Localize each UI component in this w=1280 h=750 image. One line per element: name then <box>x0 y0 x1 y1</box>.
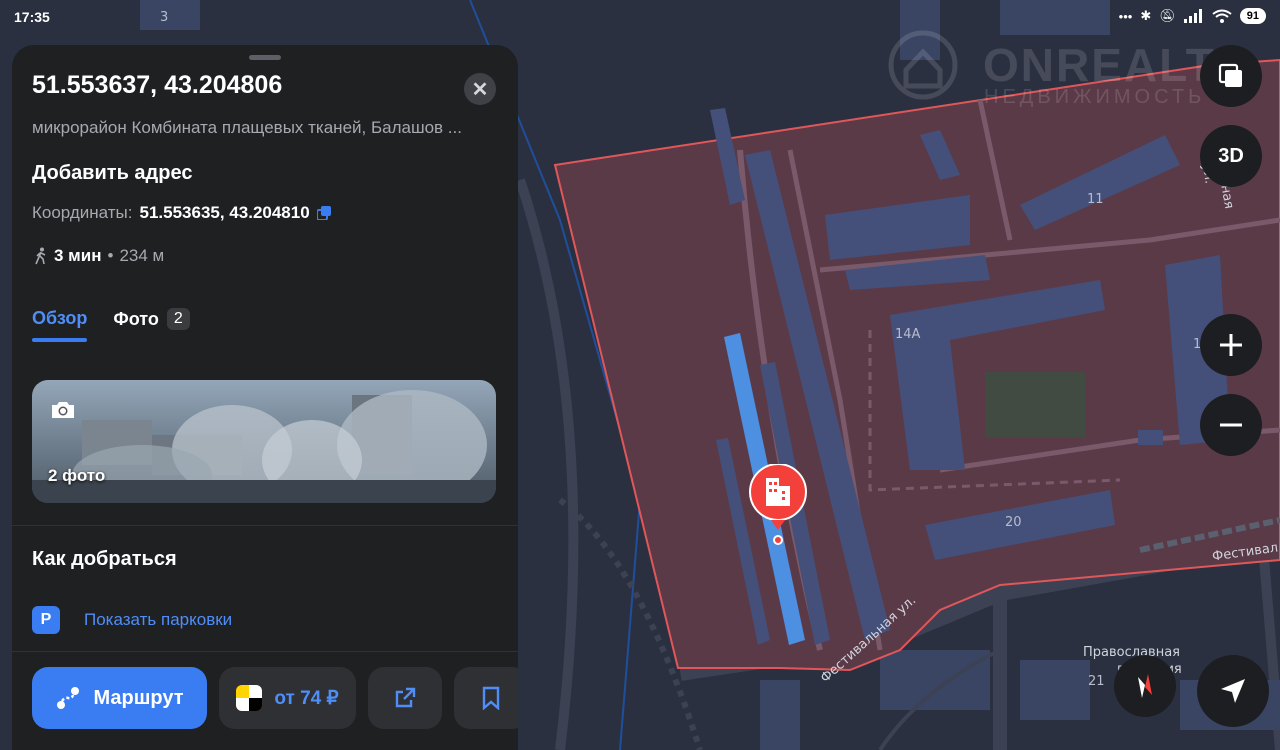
coordinates-label: Координаты: <box>32 203 133 222</box>
place-title-coordinates: 51.553637, 43.204806 <box>32 71 283 99</box>
walk-distance: 234 м <box>119 246 165 265</box>
tab-photos-label: Фото <box>113 308 159 329</box>
bookmark-icon <box>482 686 500 710</box>
close-icon: ✕ <box>471 78 489 101</box>
drag-handle[interactable] <box>249 55 281 60</box>
3d-toggle-button[interactable]: 3D <box>1200 125 1262 187</box>
compass-button[interactable] <box>1114 655 1176 717</box>
selected-place-pin[interactable] <box>747 463 809 553</box>
coordinates-value[interactable]: 51.553635, 43.204810 <box>140 203 310 223</box>
taxi-icon <box>236 685 263 711</box>
share-button[interactable] <box>368 667 442 729</box>
route-icon <box>57 687 80 709</box>
more-dots-icon: ••• <box>1118 8 1133 24</box>
map-label-house-20: 20 <box>1005 515 1022 530</box>
zoom-out-button[interactable] <box>1200 394 1262 456</box>
layers-button[interactable] <box>1200 45 1262 107</box>
parking-icon: P <box>32 606 60 634</box>
how-to-get-heading: Как добраться <box>32 548 177 570</box>
status-bar: 17:35 ••• ✱ 🔕︎ 91 <box>0 0 1280 34</box>
place-card-panel: 51.553637, 43.204806 ✕ микрорайон Комбин… <box>12 45 518 750</box>
route-button[interactable]: Маршрут <box>32 667 207 729</box>
action-bar: Маршрут от 74 ₽ <box>32 667 518 729</box>
bluetooth-icon: ✱ <box>1140 8 1152 23</box>
map-label-house-14a: 14А <box>895 327 921 342</box>
route-button-label: Маршрут <box>93 686 184 709</box>
walk-distance-row: 3 мин • 234 м <box>34 246 164 266</box>
battery-icon: 91 <box>1239 8 1266 24</box>
mute-bell-icon: 🔕︎ <box>1159 8 1176 23</box>
camera-icon <box>52 402 74 418</box>
pedestrian-icon <box>35 247 46 265</box>
walk-time: 3 мин <box>54 246 102 265</box>
map-label-house-11: 11 <box>1087 192 1104 207</box>
add-address-link[interactable]: Добавить адрес <box>32 162 192 185</box>
tab-overview[interactable]: Обзор <box>32 308 88 342</box>
tab-bar: Обзор Фото 2 <box>32 308 190 342</box>
plus-icon <box>1220 334 1242 356</box>
minus-icon <box>1220 423 1242 427</box>
signal-icon <box>1183 9 1202 23</box>
my-location-button[interactable] <box>1197 655 1269 727</box>
wifi-icon <box>1212 9 1232 23</box>
divider <box>12 651 518 652</box>
watermark-logo: ONREALT НЕДВИЖИМОСТЬ <box>888 30 1248 110</box>
watermark-tagline: НЕДВИЖИМОСТЬ <box>984 86 1206 108</box>
taxi-button[interactable]: от 74 ₽ <box>219 667 356 729</box>
status-icons: ••• ✱ 🔕︎ 91 <box>1119 8 1266 24</box>
coordinates-row: Координаты: 51.553635, 43.204810 <box>32 203 331 223</box>
compass-icon <box>1138 674 1152 698</box>
close-button[interactable]: ✕ <box>464 73 496 105</box>
building-pin-icon <box>749 463 807 545</box>
bookmark-button[interactable] <box>454 667 518 729</box>
share-icon <box>395 687 416 708</box>
watermark-brand: ONREALT <box>983 39 1216 91</box>
taxi-price: от 74 ₽ <box>274 687 339 709</box>
divider <box>12 525 518 526</box>
show-parking-link[interactable]: Показать парковки <box>84 610 232 630</box>
place-subtitle: микрорайон Комбината плащевых тканей, Ба… <box>32 118 462 137</box>
tab-photos-badge: 2 <box>166 308 190 330</box>
show-parking-row[interactable]: P Показать парковки <box>32 606 232 634</box>
layers-icon <box>1218 63 1242 87</box>
map-label-house-21: 21 <box>1088 674 1105 689</box>
photo-preview[interactable]: 2 фото <box>32 380 496 503</box>
photo-count: 2 фото <box>48 466 106 485</box>
walk-separator: • <box>107 246 114 265</box>
tab-photos[interactable]: Фото 2 <box>113 308 190 342</box>
status-time: 17:35 <box>14 9 50 25</box>
zoom-in-button[interactable] <box>1200 314 1262 376</box>
watermark-house-icon <box>888 30 958 100</box>
copy-icon[interactable] <box>316 206 331 220</box>
navigation-arrow-icon <box>1221 679 1245 703</box>
